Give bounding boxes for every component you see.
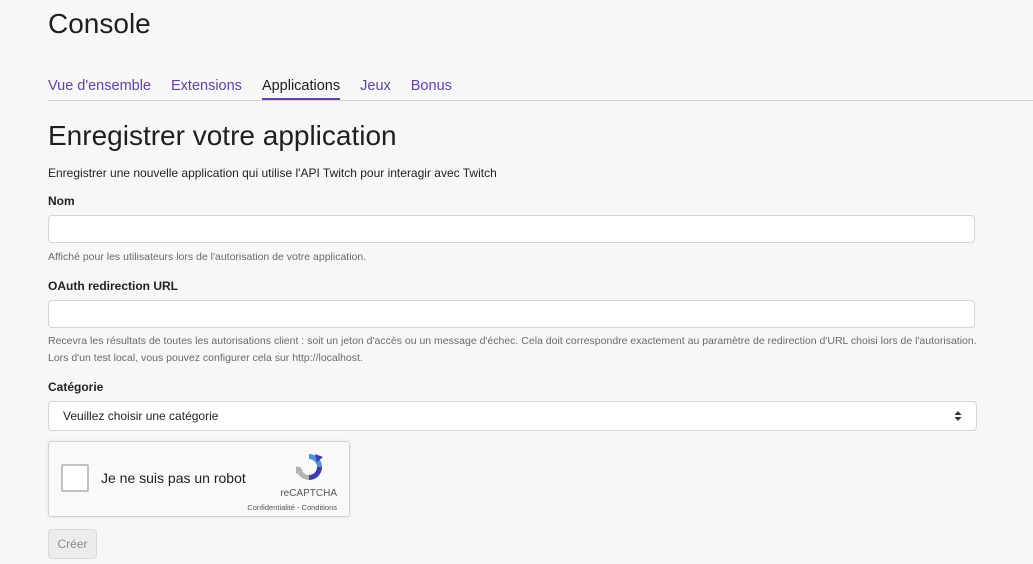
tab-bonus[interactable]: Bonus	[411, 72, 452, 100]
redirect-url-label: OAuth redirection URL	[48, 279, 179, 293]
select-arrows-icon	[954, 410, 962, 422]
recaptcha-checkbox[interactable]	[61, 464, 89, 492]
name-help: Affiché pour les utilisateurs lors de l'…	[48, 251, 367, 263]
tab-games[interactable]: Jeux	[360, 72, 391, 100]
recaptcha-widget: Je ne suis pas un robot reCAPTCHA Confid…	[48, 441, 350, 517]
tab-applications[interactable]: Applications	[261, 72, 341, 100]
category-select[interactable]: Veuillez choisir une catégorie	[48, 401, 977, 431]
recaptcha-brand: reCAPTCHA	[280, 488, 337, 499]
recaptcha-links: Confidentialité - Conditions	[247, 503, 337, 512]
category-selected-value: Veuillez choisir une catégorie	[63, 409, 219, 423]
tab-overview[interactable]: Vue d'ensemble	[48, 72, 151, 100]
form-intro: Enregistrer une nouvelle application qui…	[48, 166, 497, 180]
recaptcha-logo-icon	[296, 454, 323, 480]
category-label: Catégorie	[48, 380, 104, 394]
page-title: Console	[48, 8, 151, 39]
name-input[interactable]	[48, 215, 975, 243]
recaptcha-link-separator: -	[294, 503, 302, 512]
redirect-url-help: Recevra les résultats de toutes les auto…	[48, 335, 977, 364]
create-button[interactable]: Créer	[48, 529, 97, 559]
name-label: Nom	[48, 194, 75, 208]
console-tabs: Vue d'ensemble Extensions Applications J…	[48, 72, 1033, 101]
redirect-url-input[interactable]	[48, 300, 975, 328]
recaptcha-terms-link[interactable]: Conditions	[302, 503, 337, 512]
recaptcha-privacy-link[interactable]: Confidentialité	[247, 503, 295, 512]
form-title: Enregistrer votre application	[48, 120, 397, 151]
recaptcha-label: Je ne suis pas un robot	[101, 470, 246, 486]
tab-extensions[interactable]: Extensions	[171, 72, 242, 100]
